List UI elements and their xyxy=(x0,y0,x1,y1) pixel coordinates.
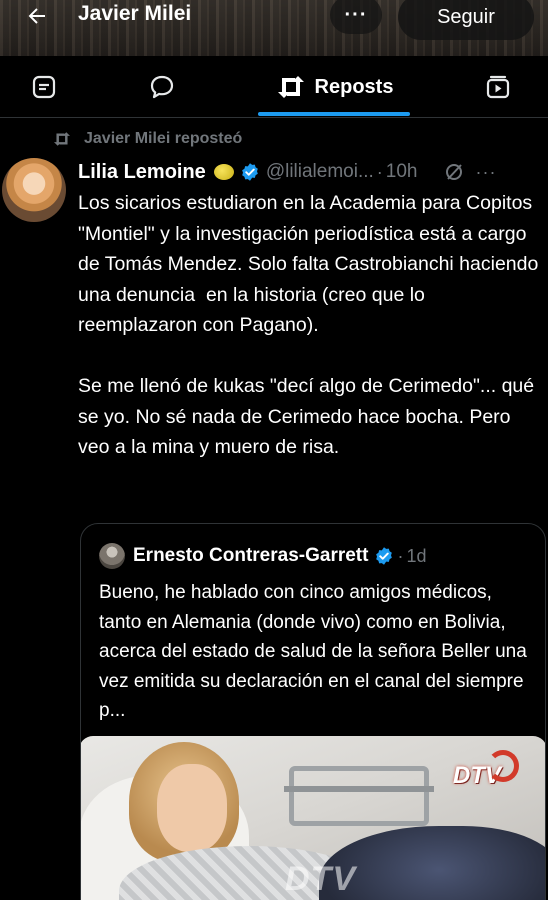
tab-reposts[interactable]: Reposts xyxy=(258,56,410,118)
more-options-button[interactable]: ··· xyxy=(330,0,382,34)
quote-text: Bueno, he hablado con cinco amigos médic… xyxy=(99,582,533,721)
reply-bubble-icon xyxy=(150,75,174,99)
verified-badge-icon xyxy=(241,163,258,181)
grok-icon[interactable] xyxy=(444,162,464,182)
bed-rail xyxy=(289,766,429,826)
author-handle[interactable]: @lilialemoi... xyxy=(266,161,374,183)
lemon-emoji-icon xyxy=(213,164,234,180)
tweet-more-icon[interactable]: ··· xyxy=(476,162,497,183)
media-icon xyxy=(486,75,510,99)
person-face xyxy=(157,764,227,852)
tab-posts[interactable] xyxy=(18,56,70,118)
tab-replies[interactable] xyxy=(136,56,188,118)
back-button[interactable] xyxy=(14,2,60,30)
quote-time: 1d xyxy=(406,545,427,566)
avatar[interactable] xyxy=(2,158,66,222)
quote-media-image[interactable]: DTV DTV xyxy=(81,736,545,900)
repost-indicator[interactable]: Javier Milei reposteó xyxy=(52,130,242,148)
tab-media[interactable] xyxy=(472,56,524,118)
author-name[interactable]: Lilia Lemoine xyxy=(78,161,206,184)
separator-dot: · xyxy=(376,161,383,182)
bed-rail-bar xyxy=(284,786,434,792)
tweet-text: Los sicarios estudiaron en la Academia p… xyxy=(78,192,539,458)
quote-author-name: Ernesto Contreras-Garrett xyxy=(133,545,369,566)
tab-reposts-label: Reposts xyxy=(314,75,394,98)
profile-tabs: Reposts xyxy=(0,56,548,118)
follow-button[interactable]: Seguir xyxy=(398,0,534,40)
profile-header: Javier Milei ··· Seguir xyxy=(0,0,548,56)
repost-icon xyxy=(277,76,304,98)
dtv-logo-ring xyxy=(487,750,519,782)
tweet-time[interactable]: 10h xyxy=(386,161,418,183)
repost-label: Javier Milei reposteó xyxy=(84,130,243,147)
separator-dot: · xyxy=(397,545,404,566)
dtv-watermark: DTV xyxy=(285,860,356,898)
active-tab-indicator xyxy=(258,112,410,116)
quoted-tweet[interactable]: Ernesto Contreras-Garrett · 1d Bueno, he… xyxy=(80,523,546,900)
verified-badge-icon xyxy=(376,547,393,565)
quote-avatar xyxy=(99,543,125,569)
quote-header: Ernesto Contreras-Garrett · 1d xyxy=(99,543,426,569)
page-title: Javier Milei xyxy=(78,2,192,25)
repost-small-icon xyxy=(54,132,70,146)
tweet-header: Lilia Lemoine @lilialemoi... · 10h ··· xyxy=(78,158,548,186)
arrow-left-icon xyxy=(28,8,45,24)
posts-icon xyxy=(32,75,56,99)
